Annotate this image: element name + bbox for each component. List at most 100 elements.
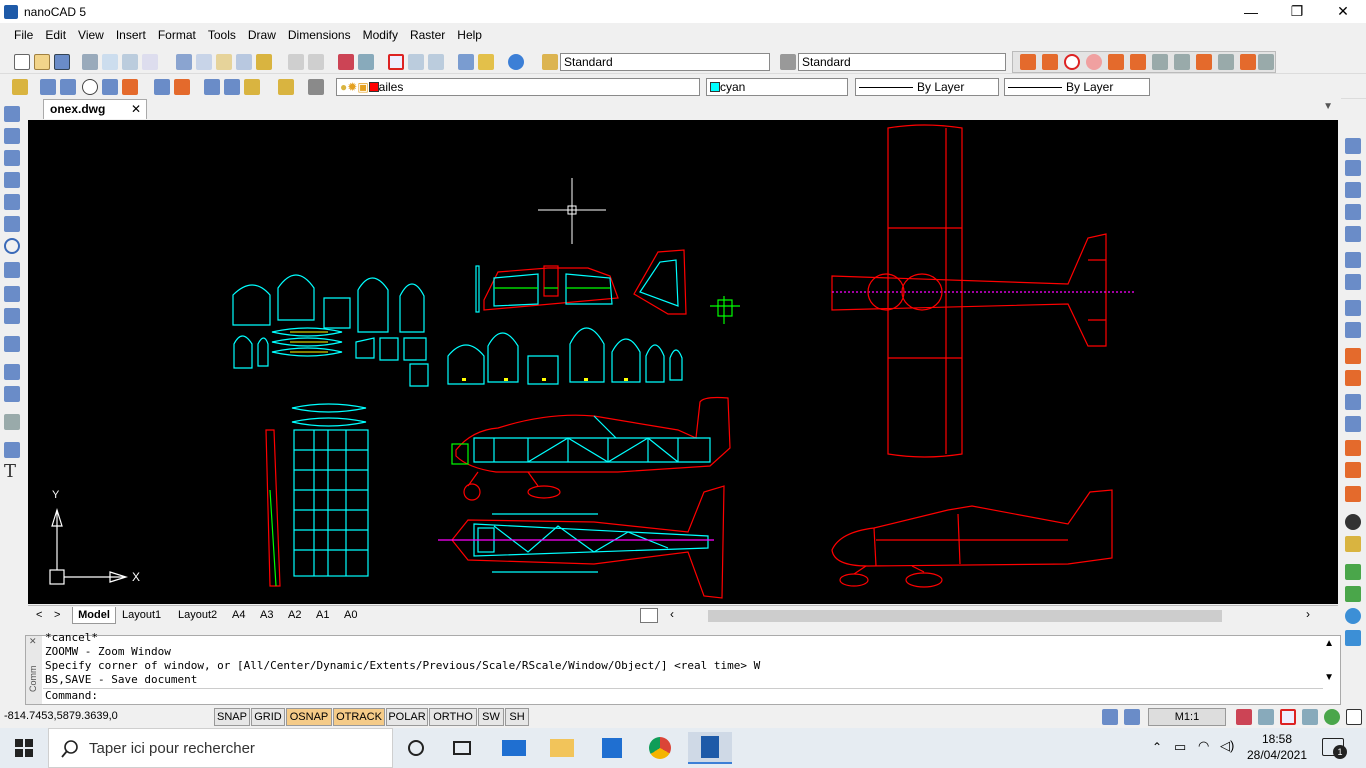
zoom-extents-status-icon[interactable] xyxy=(1302,709,1318,725)
print-icon[interactable] xyxy=(82,54,98,70)
document-tab[interactable]: onex.dwg ✕ xyxy=(43,99,147,119)
help-icon[interactable] xyxy=(508,54,524,70)
erase-icon[interactable] xyxy=(1345,138,1361,154)
layer-manager-icon[interactable] xyxy=(278,79,294,95)
layout-tab-layout1[interactable]: Layout1 xyxy=(122,607,161,624)
chrome-icon[interactable] xyxy=(638,732,682,764)
layout-next-button[interactable]: > xyxy=(54,607,60,624)
new-file-icon[interactable] xyxy=(14,54,30,70)
scale-icon[interactable] xyxy=(1345,300,1361,316)
redo-icon[interactable] xyxy=(308,54,324,70)
menu-edit[interactable]: Edit xyxy=(39,24,72,46)
snap-quadrant-icon[interactable] xyxy=(1108,54,1124,70)
block-insert-icon[interactable] xyxy=(204,79,220,95)
zoom-window-icon[interactable] xyxy=(388,54,404,70)
nanocad-taskbar-icon[interactable] xyxy=(688,732,732,764)
quick-select-icon[interactable] xyxy=(40,79,56,95)
scroll-right-icon[interactable]: › xyxy=(1306,607,1310,621)
polyline-icon[interactable] xyxy=(4,150,20,166)
regenerate-icon[interactable] xyxy=(1324,709,1340,725)
minimize-button[interactable]: — xyxy=(1228,0,1274,23)
mail-icon[interactable] xyxy=(492,732,536,764)
zoom-realtime-icon[interactable] xyxy=(358,54,374,70)
dimension-icon[interactable] xyxy=(60,79,76,95)
gradient-icon[interactable] xyxy=(4,442,20,458)
start-button[interactable] xyxy=(0,728,48,768)
pan-icon[interactable] xyxy=(338,54,354,70)
taskbar-clock[interactable]: 18:58 28/04/2021 xyxy=(1244,731,1310,763)
menu-help[interactable]: Help xyxy=(451,24,488,46)
drawing-canvas[interactable]: Y X xyxy=(28,120,1338,604)
command-scroll-down-icon[interactable]: ▼ xyxy=(1324,672,1334,683)
cut-icon[interactable] xyxy=(176,54,192,70)
layout-tab-model[interactable]: Model xyxy=(72,607,116,624)
polar-toggle[interactable]: POLAR xyxy=(386,708,428,726)
file-explorer-icon[interactable] xyxy=(540,732,584,764)
text-style-select[interactable]: Standard xyxy=(560,53,770,71)
grid-select-icon[interactable] xyxy=(102,79,118,95)
publish-icon[interactable] xyxy=(142,54,158,70)
block-create-icon[interactable] xyxy=(224,79,240,95)
menu-file[interactable]: File xyxy=(8,24,39,46)
menu-format[interactable]: Format xyxy=(152,24,202,46)
hatch-icon[interactable] xyxy=(4,336,20,352)
explode-icon[interactable] xyxy=(1345,486,1361,502)
layout-tab-layout2[interactable]: Layout2 xyxy=(178,607,217,624)
spline-icon[interactable] xyxy=(4,286,20,302)
solid-sphere-icon[interactable] xyxy=(1345,514,1361,530)
distance-icon[interactable] xyxy=(458,54,474,70)
zoom-previous-icon[interactable] xyxy=(408,54,424,70)
trim-object-icon[interactable] xyxy=(1345,348,1361,364)
point-icon[interactable] xyxy=(4,414,20,430)
paste-special-icon[interactable] xyxy=(236,54,252,70)
menu-raster[interactable]: Raster xyxy=(404,24,451,46)
rectangle-icon[interactable] xyxy=(4,194,20,210)
document-tab-close-icon[interactable]: ✕ xyxy=(131,100,141,119)
offset-icon[interactable] xyxy=(1345,204,1361,220)
battery-icon[interactable]: ▭ xyxy=(1174,739,1186,755)
command-panel-close-icon[interactable]: ✕ xyxy=(26,636,42,647)
fullscreen-icon[interactable] xyxy=(1346,709,1362,725)
no-symbol-icon[interactable] xyxy=(82,79,98,95)
volume-icon[interactable]: ◁) xyxy=(1220,738,1234,754)
block-manager-icon[interactable] xyxy=(1345,564,1361,580)
snap-parallel-icon[interactable] xyxy=(1258,54,1274,70)
tab-list-chevron-icon[interactable]: ▼ xyxy=(1323,101,1333,112)
tray-chevron-icon[interactable]: ⌃ xyxy=(1152,740,1162,754)
layout-tab-a4[interactable]: A4 xyxy=(232,607,245,624)
layer-states-icon[interactable] xyxy=(308,79,324,95)
menu-view[interactable]: View xyxy=(72,24,110,46)
menu-modify[interactable]: Modify xyxy=(357,24,404,46)
paste-icon[interactable] xyxy=(216,54,232,70)
sh-toggle[interactable]: SH xyxy=(505,708,529,726)
move-icon[interactable] xyxy=(1345,252,1361,268)
snap-node-icon[interactable] xyxy=(1086,54,1102,70)
mirror-icon[interactable] xyxy=(1345,182,1361,198)
preview-icon[interactable] xyxy=(102,54,118,70)
line-icon[interactable] xyxy=(4,106,20,122)
region-icon[interactable] xyxy=(4,364,20,380)
open-file-icon[interactable] xyxy=(34,54,50,70)
close-window-button[interactable]: ✕ xyxy=(1320,0,1366,23)
color-select[interactable]: cyan xyxy=(706,78,848,96)
snap-insertion-icon[interactable] xyxy=(1174,54,1190,70)
paper-space-icon[interactable] xyxy=(1124,709,1140,725)
block-edit-icon[interactable] xyxy=(244,79,260,95)
maximize-button[interactable]: ❐ xyxy=(1274,0,1320,23)
layout-prev-button[interactable]: < xyxy=(36,607,42,624)
layout-tab-a0[interactable]: A0 xyxy=(344,607,357,624)
snap-tangent-icon[interactable] xyxy=(1218,54,1234,70)
layout-tab-a2[interactable]: A2 xyxy=(288,607,301,624)
zoom-status-icon[interactable] xyxy=(1258,709,1274,725)
ray-icon[interactable] xyxy=(4,128,20,144)
osnap-toggle[interactable]: OSNAP xyxy=(286,708,332,726)
ellipse-icon[interactable] xyxy=(4,308,20,324)
fillet-icon[interactable] xyxy=(1345,462,1361,478)
extend-icon[interactable] xyxy=(174,79,190,95)
snap-nearest-icon[interactable] xyxy=(1240,54,1256,70)
sw-toggle[interactable]: SW xyxy=(478,708,504,726)
taskbar-search-box[interactable]: Taper ici pour rechercher xyxy=(48,728,393,768)
save-icon[interactable] xyxy=(54,54,70,70)
match-properties-icon[interactable] xyxy=(256,54,272,70)
cortana-icon[interactable] xyxy=(394,732,438,764)
